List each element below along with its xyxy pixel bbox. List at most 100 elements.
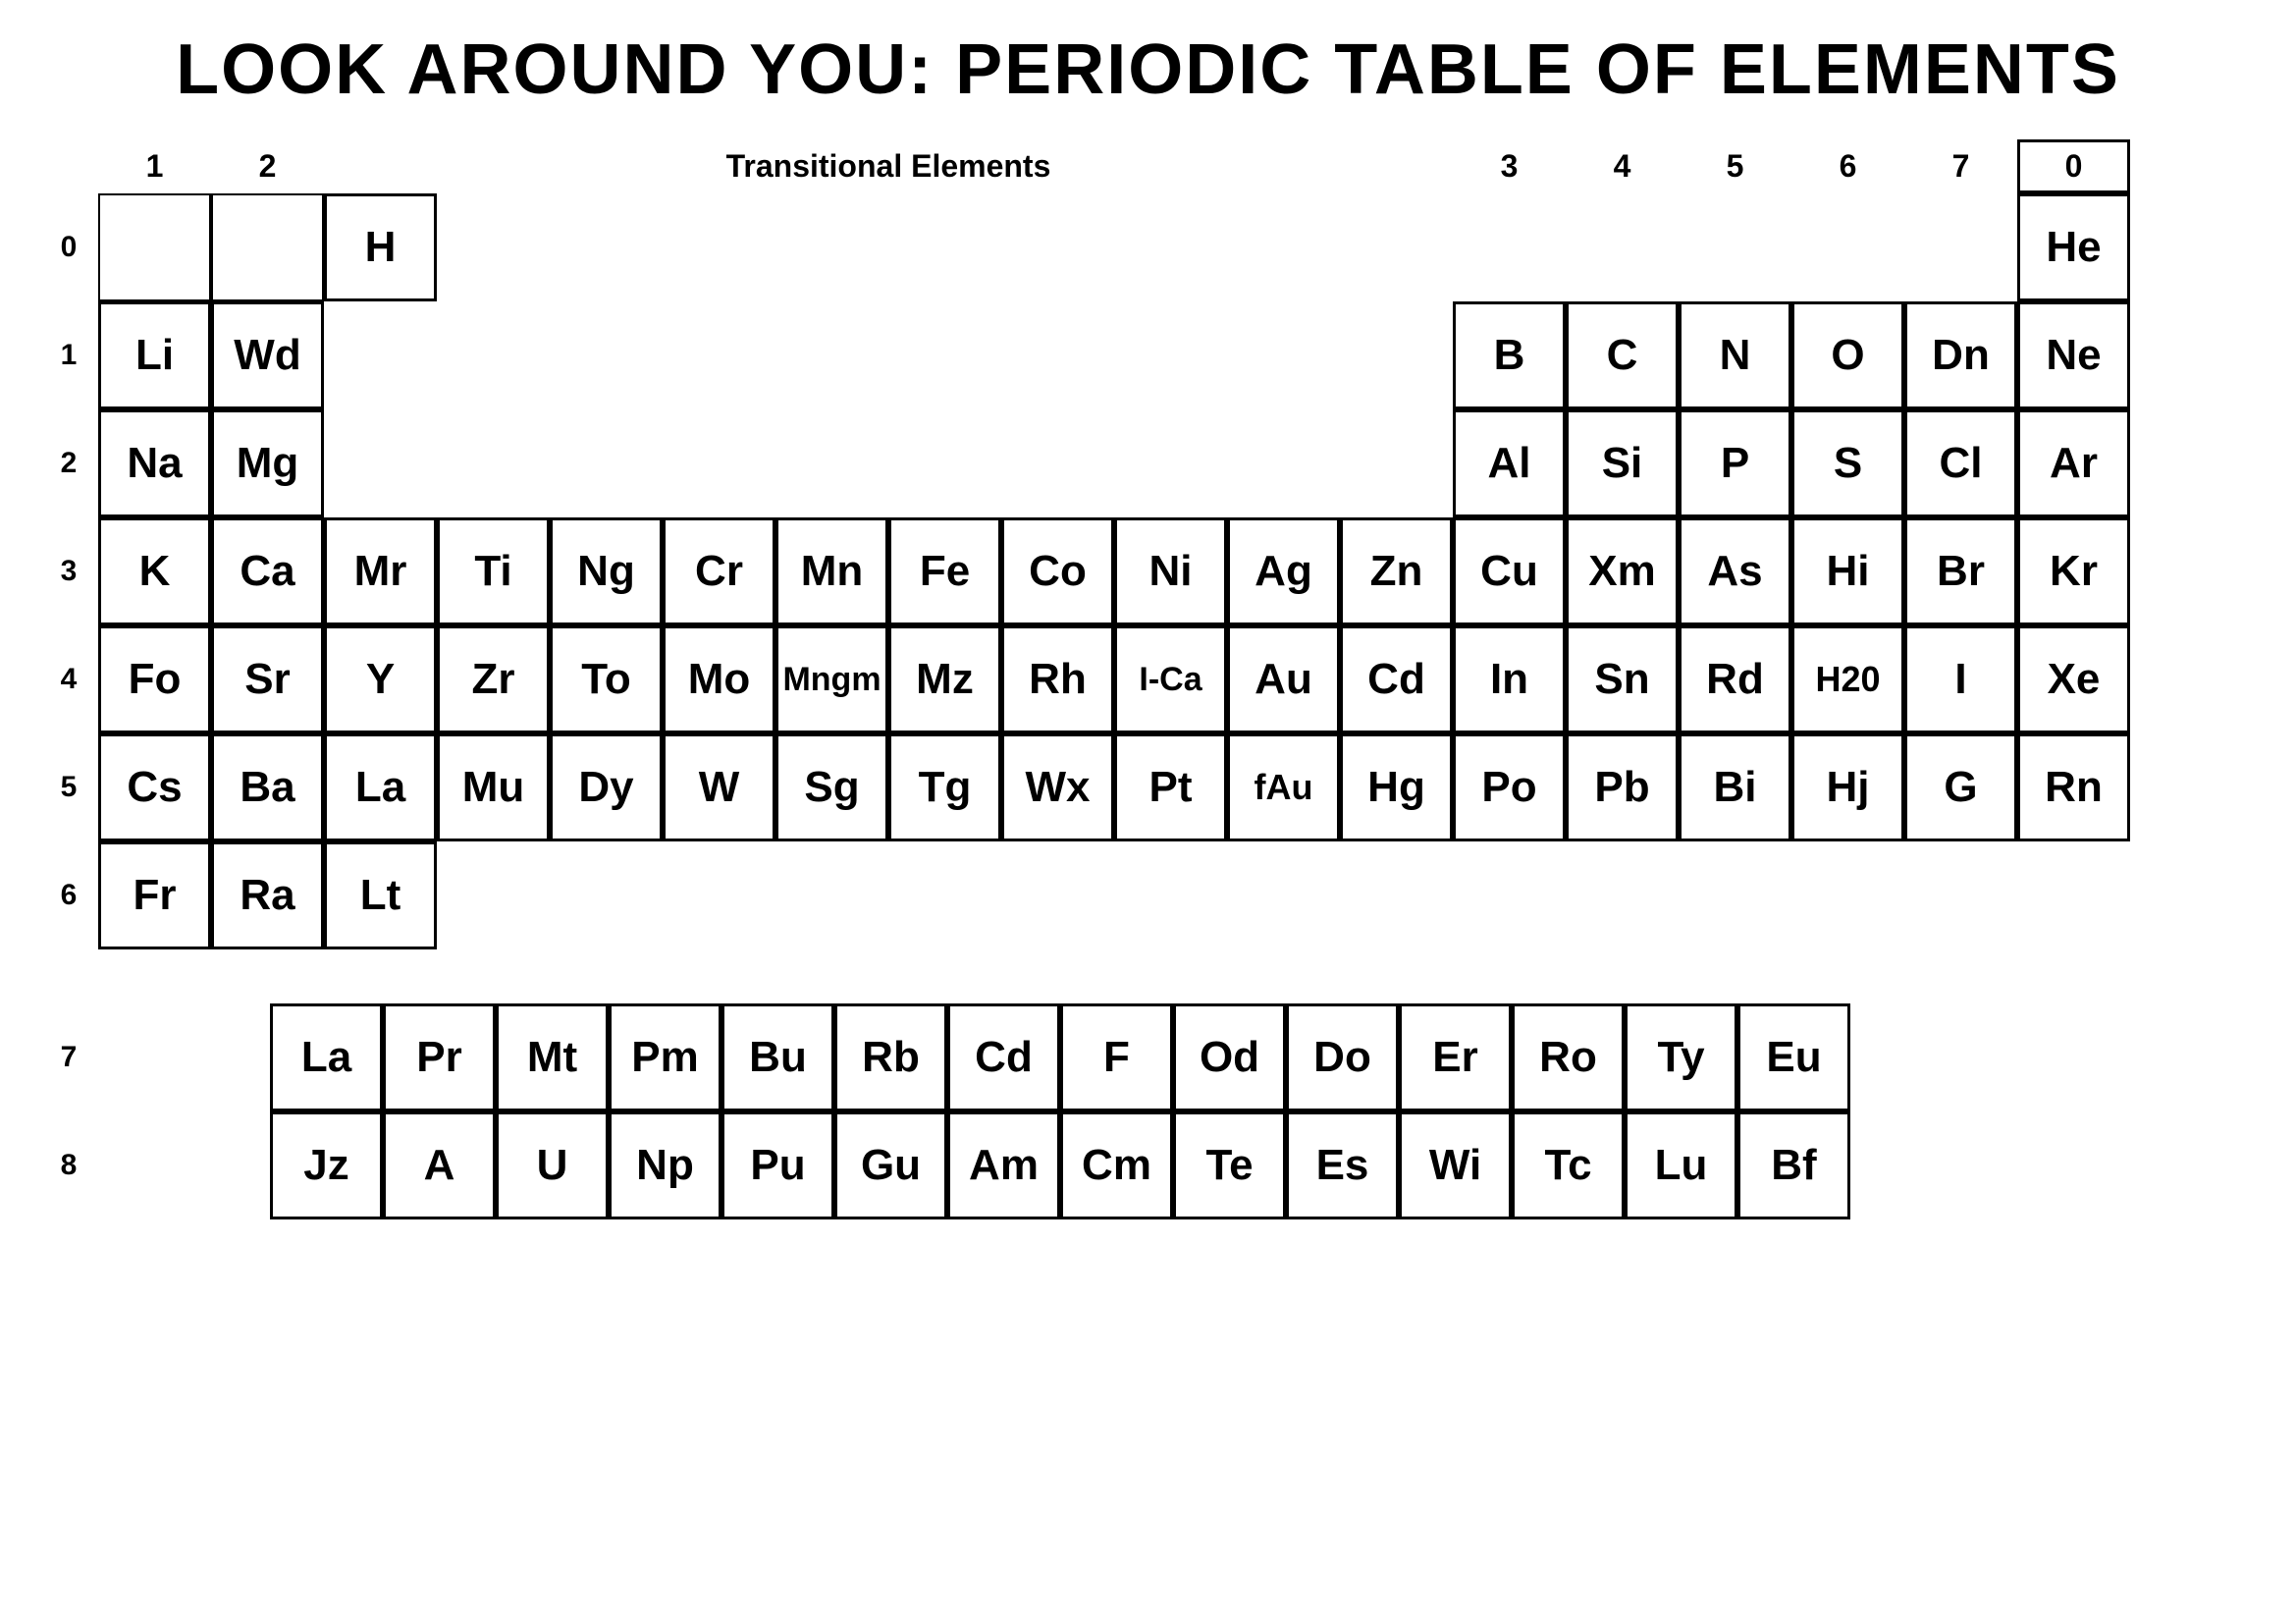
- cell-G: G: [1904, 733, 2017, 841]
- cell-Mn: Mn: [775, 517, 888, 625]
- cell-Li: Li: [98, 301, 211, 409]
- col-header-4: 4: [1566, 139, 1679, 193]
- cell-Pm: Pm: [609, 1003, 721, 1111]
- cell-0-8: [1001, 193, 1114, 301]
- cell-0-10: [1227, 193, 1340, 301]
- cell-0-0: [98, 193, 211, 301]
- cell-Hg: Hg: [1340, 733, 1453, 841]
- cell-La2: La: [270, 1003, 383, 1111]
- cell-6-14: [1679, 841, 1791, 949]
- cell-Y: Y: [324, 625, 437, 733]
- col-header-7: 7: [1904, 139, 2017, 193]
- row-label-6: 6: [39, 841, 98, 949]
- cell-La: La: [324, 733, 437, 841]
- cell-Pb: Pb: [1566, 733, 1679, 841]
- page-title: LOOK AROUND YOU: PERIODIC TABLE OF ELEME…: [39, 29, 2257, 110]
- row-label-1: 1: [39, 301, 98, 409]
- cell-1-4: [550, 301, 663, 409]
- cell-6-4: [550, 841, 663, 949]
- period-row-1: 1 Li Wd B C N O Dn Ne: [39, 301, 2130, 409]
- cell-Mg: Mg: [211, 409, 324, 517]
- bottom-row-label-8: 8: [39, 1111, 98, 1219]
- cell-Ti: Ti: [437, 517, 550, 625]
- cell-Bf: Bf: [1737, 1111, 1850, 1219]
- cell-Np: Np: [609, 1111, 721, 1219]
- cell-2-11: [1340, 409, 1453, 517]
- period-row-5: 5 Cs Ba La Mu Dy W Sg Tg Wx Pt fAu Hg Po…: [39, 733, 2130, 841]
- cell-Rd: Rd: [1679, 625, 1791, 733]
- cell-O: O: [1791, 301, 1904, 409]
- cell-6-3: [437, 841, 550, 949]
- row-label-4: 4: [39, 625, 98, 733]
- row-label-2: 2: [39, 409, 98, 517]
- cell-Sg: Sg: [775, 733, 888, 841]
- bottom-section: 7 La Pr Mt Pm Bu Rb Cd F Od Do Er Ro Ty …: [39, 1003, 2257, 1219]
- cell-Jz: Jz: [270, 1111, 383, 1219]
- cell-C: C: [1566, 301, 1679, 409]
- cell-0-5: [663, 193, 775, 301]
- cell-Rb: Rb: [834, 1003, 947, 1111]
- cell-Zn: Zn: [1340, 517, 1453, 625]
- cell-Sn: Sn: [1566, 625, 1679, 733]
- cell-6-12: [1453, 841, 1566, 949]
- cell-2-7: [888, 409, 1001, 517]
- cell-0-6: [775, 193, 888, 301]
- cell-Hj: Hj: [1791, 733, 1904, 841]
- cell-1-5: [663, 301, 775, 409]
- cell-2-9: [1114, 409, 1227, 517]
- periodic-table: 1 2 Transitional Elements 3 4 5 6 7 0 0 …: [39, 139, 2130, 949]
- cell-0-7: [888, 193, 1001, 301]
- cell-Cm: Cm: [1060, 1111, 1173, 1219]
- cell-0-11: [1340, 193, 1453, 301]
- cell-Cd: Cd: [1340, 625, 1453, 733]
- cell-6-16: [1904, 841, 2017, 949]
- cell-Co: Co: [1001, 517, 1114, 625]
- cell-Mz: Mz: [888, 625, 1001, 733]
- cell-6-15: [1791, 841, 1904, 949]
- cell-Pt: Pt: [1114, 733, 1227, 841]
- cell-Br: Br: [1904, 517, 2017, 625]
- cell-Ty: Ty: [1625, 1003, 1737, 1111]
- cell-2-4: [550, 409, 663, 517]
- cell-6-13: [1566, 841, 1679, 949]
- cell-Wx: Wx: [1001, 733, 1114, 841]
- cell-Sr: Sr: [211, 625, 324, 733]
- cell-1-2: [324, 301, 437, 409]
- cell-Dy: Dy: [550, 733, 663, 841]
- period-row-6: 6 Fr Ra Lt: [39, 841, 2130, 949]
- cell-Kr: Kr: [2017, 517, 2130, 625]
- cell-0-9: [1114, 193, 1227, 301]
- cell-Es: Es: [1286, 1111, 1399, 1219]
- bottom-row-label-7: 7: [39, 1003, 98, 1111]
- cell-Ra: Ra: [211, 841, 324, 949]
- cell-Cr: Cr: [663, 517, 775, 625]
- cell-fAu: fAu: [1227, 733, 1340, 841]
- period-row-4: 4 Fo Sr Y Zr To Mo Mngm Mz Rh I-Ca Au Cd…: [39, 625, 2130, 733]
- cell-Tc: Tc: [1512, 1111, 1625, 1219]
- cell-Fe: Fe: [888, 517, 1001, 625]
- cell-0-3: [437, 193, 550, 301]
- cell-Rn: Rn: [2017, 733, 2130, 841]
- cell-6-6: [775, 841, 888, 949]
- cell-Do: Do: [1286, 1003, 1399, 1111]
- cell-6-8: [1001, 841, 1114, 949]
- cell-Cd2: Cd: [947, 1003, 1060, 1111]
- cell-Cu: Cu: [1453, 517, 1566, 625]
- cell-Am: Am: [947, 1111, 1060, 1219]
- cell-Mr: Mr: [324, 517, 437, 625]
- cell-0-14: [1679, 193, 1791, 301]
- cell-Dn: Dn: [1904, 301, 2017, 409]
- cell-2-5: [663, 409, 775, 517]
- cell-2-8: [1001, 409, 1114, 517]
- cell-Hi: Hi: [1791, 517, 1904, 625]
- cell-U: U: [496, 1111, 609, 1219]
- col-header-2: 2: [211, 139, 324, 193]
- col-header-5: 5: [1679, 139, 1791, 193]
- bottom-row-8: 8 Jz A U Np Pu Gu Am Cm Te Es Wi Tc Lu B…: [39, 1111, 2257, 1219]
- cell-Cs: Cs: [98, 733, 211, 841]
- period-row-3: 3 K Ca Mr Ti Ng Cr Mn Fe Co Ni Ag Zn Cu …: [39, 517, 2130, 625]
- cell-Na: Na: [98, 409, 211, 517]
- cell-To: To: [550, 625, 663, 733]
- cell-Pu: Pu: [721, 1111, 834, 1219]
- cell-Ag: Ag: [1227, 517, 1340, 625]
